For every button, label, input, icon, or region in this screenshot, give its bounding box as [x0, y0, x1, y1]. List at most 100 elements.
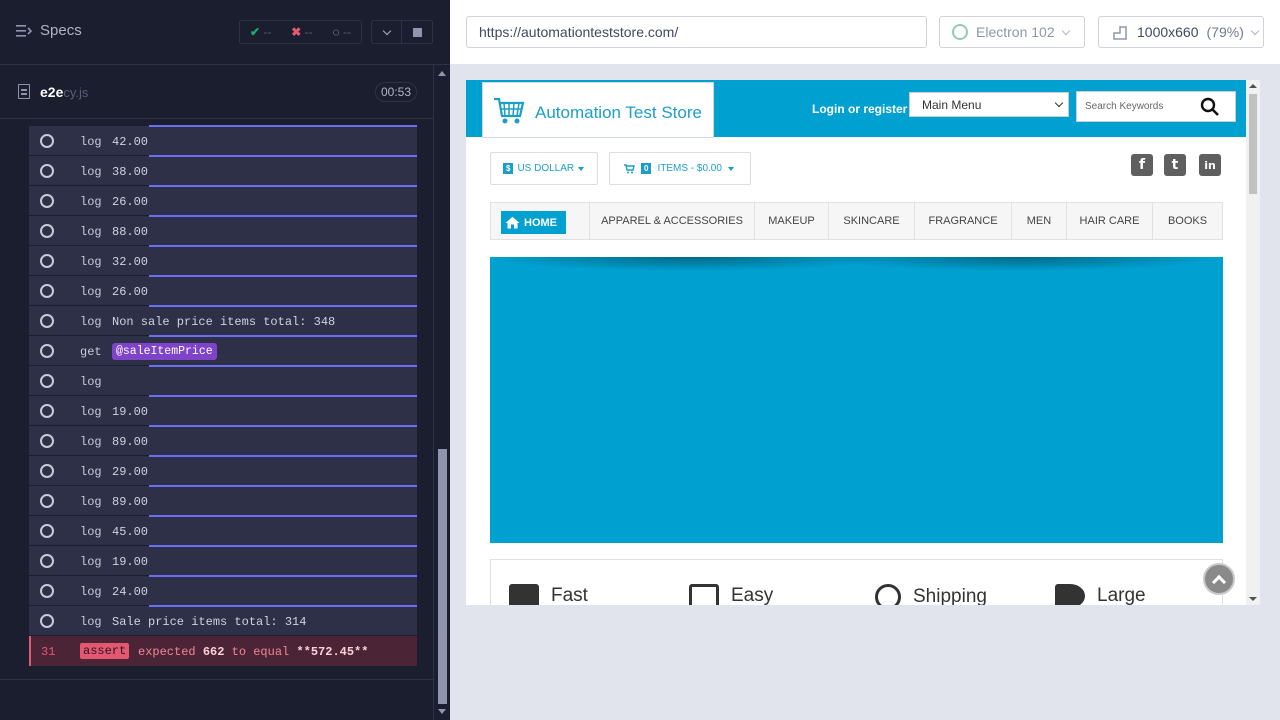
command-name: log — [80, 315, 102, 329]
command-name: log — [80, 165, 102, 179]
ruler-icon — [1113, 26, 1127, 40]
command-row[interactable]: log 26.00 — [29, 275, 417, 306]
browser-selector[interactable]: Electron 102 — [939, 16, 1085, 48]
command-row[interactable]: log 88.00 — [29, 215, 417, 246]
command-message: 19.00 — [112, 405, 149, 419]
money-icon — [689, 584, 719, 605]
pending-circle-icon — [40, 614, 54, 628]
command-indicator-bar — [149, 125, 417, 127]
browser-label: Electron 102 — [976, 24, 1055, 40]
command-name: log — [80, 195, 102, 209]
iframe-scrollbar[interactable] — [1246, 80, 1260, 605]
passed-stat: ✔ -- — [249, 25, 272, 39]
stop-button[interactable] — [402, 21, 432, 43]
command-row[interactable]: log 19.00 — [29, 395, 417, 426]
currency-dropdown[interactable]: $ US DOLLAR — [490, 152, 598, 185]
app-under-test-panel: https://automationteststore.com/ Electro… — [450, 0, 1280, 720]
command-indicator-bar — [149, 365, 417, 367]
nav-men[interactable]: MEN — [1011, 203, 1066, 239]
facebook-icon[interactable]: f — [1131, 154, 1153, 176]
command-message: Non sale price items total: 348 — [112, 315, 336, 329]
pending-circle-icon — [40, 224, 54, 238]
nav-books[interactable]: BOOKS — [1152, 203, 1222, 239]
scroll-up-arrow[interactable] — [1249, 84, 1257, 88]
reporter-scrollbar[interactable] — [433, 65, 450, 720]
nav-skincare[interactable]: SKINCARE — [828, 203, 914, 239]
chevron-down-icon — [1250, 26, 1260, 35]
feature-shipping: Shipping — [875, 584, 987, 605]
category-nav: HOME APPAREL & ACCESSORIES MAKEUP SKINCA… — [490, 202, 1223, 240]
main-menu-select[interactable]: Main Menu — [909, 92, 1069, 117]
stop-icon — [412, 27, 422, 37]
scroll-down-arrow[interactable] — [438, 709, 446, 714]
pending-stat: ◌ -- — [332, 25, 352, 39]
pending-circle-icon — [40, 434, 54, 448]
login-register-link[interactable]: Login or register — [812, 102, 907, 116]
command-row[interactable]: log 29.00 — [29, 455, 417, 486]
viewport-info[interactable]: 1000x660 (79%) — [1098, 16, 1264, 48]
command-name: log — [80, 375, 102, 389]
command-row[interactable]: log — [29, 365, 417, 396]
site-logo[interactable]: Automation Test Store — [482, 82, 714, 138]
command-message: 88.00 — [112, 225, 149, 239]
test-stats: ✔ -- ✖ -- ◌ -- — [239, 20, 362, 44]
command-row[interactable]: log 89.00 — [29, 485, 417, 516]
collapse-button[interactable] — [372, 21, 403, 43]
pending-circle-icon — [40, 404, 54, 418]
command-row[interactable]: log 24.00 — [29, 575, 417, 606]
command-name: log — [80, 435, 102, 449]
site-header: Automation Test Store Login or register … — [466, 80, 1246, 138]
scrollbar-thumb[interactable] — [438, 449, 447, 704]
search-icon[interactable] — [1200, 97, 1220, 117]
chevron-up-icon — [1211, 574, 1227, 589]
command-row[interactable]: log 45.00 — [29, 515, 417, 546]
command-row[interactable]: log 38.00 — [29, 155, 417, 186]
cart-dropdown[interactable]: 0 ITEMS - $0.00 — [609, 152, 751, 185]
failed-assert-row[interactable]: 31 assert expected 662 to equal **572.45** — [29, 636, 417, 666]
command-message: 24.00 — [112, 585, 149, 599]
command-message: 89.00 — [112, 495, 149, 509]
command-row[interactable]: log Sale price items total: 314 — [29, 605, 417, 636]
nav-hair-care[interactable]: HAIR CARE — [1066, 203, 1152, 239]
command-indicator-bar — [149, 395, 417, 397]
back-to-top-button[interactable] — [1203, 563, 1235, 595]
linkedin-icon[interactable]: in — [1199, 154, 1221, 176]
nav-makeup[interactable]: MAKEUP — [754, 203, 828, 239]
command-name: log — [80, 285, 102, 299]
command-name: log — [80, 225, 102, 239]
scroll-up-arrow[interactable] — [438, 71, 446, 76]
scroll-down-arrow[interactable] — [1249, 597, 1257, 601]
spec-name[interactable]: e2ecy.js — [40, 84, 88, 100]
url-bar[interactable]: https://automationteststore.com/ — [466, 16, 927, 48]
banner-shadow — [490, 257, 1223, 287]
check-icon: ✔ — [249, 25, 260, 39]
command-row[interactable]: log 42.00 — [29, 125, 417, 156]
command-row[interactable]: log 89.00 — [29, 425, 417, 456]
scrollbar-thumb[interactable] — [1249, 94, 1257, 194]
command-row[interactable]: get @saleItemPrice — [29, 335, 417, 366]
command-row[interactable]: log 19.00 — [29, 545, 417, 576]
command-indicator-bar — [149, 245, 417, 247]
specs-button[interactable]: Specs — [16, 22, 82, 39]
command-indicator-bar — [149, 575, 417, 577]
command-message: 29.00 — [112, 465, 149, 479]
alias-badge[interactable]: @saleItemPrice — [112, 343, 217, 360]
command-row[interactable]: log 26.00 — [29, 185, 417, 216]
nav-apparel[interactable]: APPAREL & ACCESSORIES — [589, 203, 754, 239]
command-indicator-bar — [149, 515, 417, 517]
pending-circle-icon — [40, 464, 54, 478]
command-row[interactable]: log Non sale price items total: 348 — [29, 305, 417, 336]
command-row[interactable]: log 32.00 — [29, 245, 417, 276]
command-message: 26.00 — [112, 195, 149, 209]
pending-circle-icon — [40, 524, 54, 538]
twitter-icon[interactable]: t — [1164, 154, 1186, 176]
reporter-header: Specs ✔ -- ✖ -- ◌ -- — [0, 0, 450, 65]
nav-fragrance[interactable]: FRAGRANCE — [914, 203, 1011, 239]
nav-home[interactable]: HOME — [501, 211, 566, 234]
cart-count-badge: 0 — [641, 163, 652, 174]
specs-label: Specs — [40, 22, 82, 39]
command-indicator-bar — [149, 425, 417, 427]
assert-keyword: assert — [80, 643, 130, 659]
command-indicator-bar — [149, 215, 417, 217]
feature-fast: Fast — [509, 584, 588, 605]
